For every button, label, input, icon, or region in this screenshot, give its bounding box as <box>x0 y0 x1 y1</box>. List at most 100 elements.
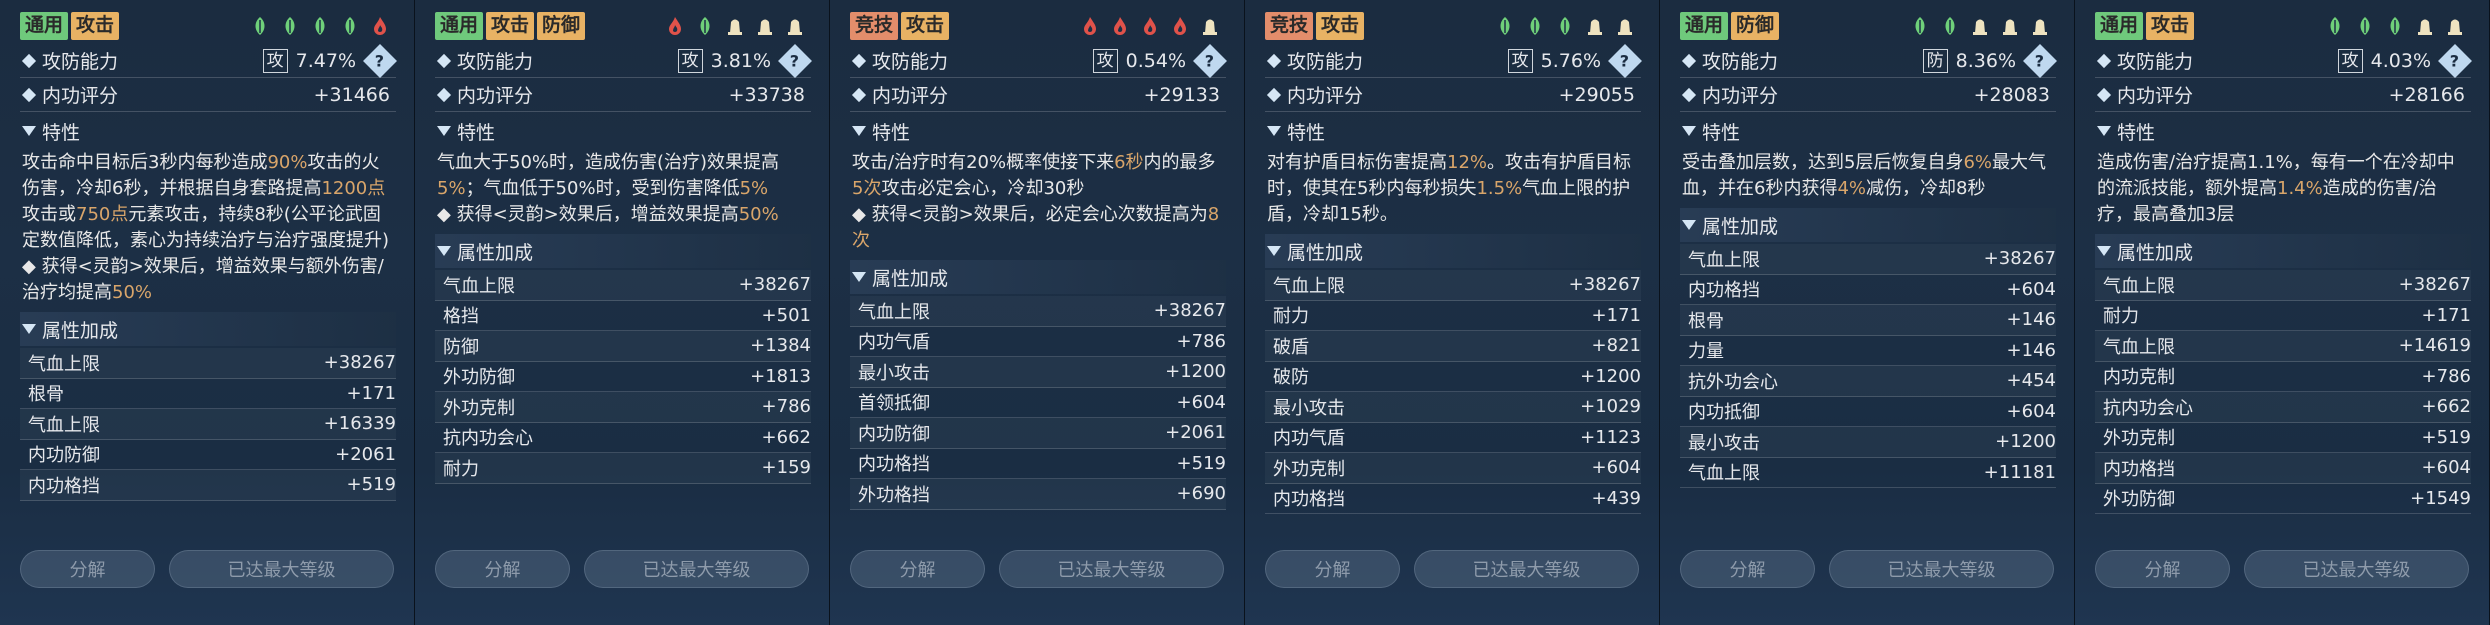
diamond-bullet-icon <box>1266 53 1282 68</box>
desc-text: ；气血低于50%时，受到伤害降低 <box>465 178 740 199</box>
decompose-button[interactable]: 分解 <box>1265 550 1400 588</box>
card-header: 通用 防御 <box>1680 0 2056 44</box>
trait-header[interactable]: 特性 <box>850 114 1226 148</box>
trait-header[interactable]: 特性 <box>20 114 396 148</box>
help-icon[interactable]: ? <box>778 43 812 78</box>
attribute-value: +1200 <box>1995 431 2056 453</box>
help-icon[interactable]: ? <box>2023 43 2057 78</box>
attribute-row: 格挡 +501 <box>435 301 811 331</box>
highlight-value: 90% <box>267 152 308 173</box>
attributes-header[interactable]: 属性加成 <box>435 234 811 268</box>
attribute-row: 气血上限 +38267 <box>1680 244 2056 275</box>
attribute-name: 根骨 <box>28 384 64 406</box>
attributes-header[interactable]: 属性加成 <box>2095 234 2471 268</box>
attribute-name: 外功克制 <box>443 397 515 419</box>
collapse-triangle-icon <box>2097 126 2111 136</box>
diamond-bullet-icon <box>851 87 867 102</box>
diamond-bullet-icon <box>21 87 37 102</box>
stat-percent: 0.54% <box>1125 49 1186 72</box>
attribute-row: 外功防御 +1813 <box>435 362 811 392</box>
help-mark: ? <box>1205 51 1215 70</box>
attribute-row: 外功克制 +786 <box>435 392 811 423</box>
max-level-button[interactable]: 已达最大等级 <box>169 550 394 588</box>
attribute-value: +662 <box>761 426 811 448</box>
attribute-value: +454 <box>2006 370 2056 392</box>
help-icon[interactable]: ? <box>1608 43 1642 78</box>
category-tag: 攻击 <box>71 12 120 40</box>
help-icon[interactable]: ? <box>1193 43 1227 78</box>
set-icons <box>1080 15 1226 37</box>
max-level-button[interactable]: 已达最大等级 <box>1829 550 2054 588</box>
desc-text: 气血大于50%时，造成伤害(治疗)效果提高 <box>437 152 780 173</box>
desc-text: 攻击必定会心，冷却30秒 <box>881 178 1085 199</box>
trait-header[interactable]: 特性 <box>1680 114 2056 148</box>
section-title: 属性加成 <box>42 319 119 342</box>
max-level-button[interactable]: 已达最大等级 <box>999 550 1224 588</box>
attribute-row: 防御 +1384 <box>435 331 811 362</box>
attribute-name: 内功气盾 <box>1273 428 1345 450</box>
attribute-name: 抗内功会心 <box>2103 397 2193 419</box>
attributes-header[interactable]: 属性加成 <box>1265 234 1641 268</box>
desc-text: ◆ 获得<灵韵>效果后，增益效果与额外伤害/治疗均提高 <box>22 256 384 303</box>
equipment-card: 通用 攻击 攻防能力 攻 7.47%? 内功评分 +31466 特性 攻击命中目标后3秒内每秒造… <box>0 0 415 625</box>
trait-description: 对有护盾目标伤害提高12%。攻击有护盾目标时，使其在5秒内每秒损失1.5%气血上… <box>1265 148 1641 232</box>
category-tag: 攻击 <box>2146 12 2195 40</box>
trait-header[interactable]: 特性 <box>2095 114 2471 148</box>
highlight-value: 6% <box>1963 152 1993 173</box>
help-mark: ? <box>790 51 800 70</box>
stat-score-row: 内功评分 +31466 <box>20 78 396 112</box>
attribute-value: +604 <box>1176 391 1226 413</box>
attribute-value: +11181 <box>1983 461 2056 483</box>
leaf-icon <box>1495 15 1515 37</box>
attribute-row: 气血上限 +38267 <box>1265 270 1641 301</box>
max-level-button[interactable]: 已达最大等级 <box>2244 550 2469 588</box>
stat-label: 内功评分 <box>1287 85 1364 107</box>
attributes-header[interactable]: 属性加成 <box>850 260 1226 294</box>
decompose-button[interactable]: 分解 <box>1680 550 1815 588</box>
trait-header[interactable]: 特性 <box>1265 114 1641 148</box>
attribute-row: 内功克制 +786 <box>2095 362 2471 392</box>
max-level-button[interactable]: 已达最大等级 <box>1414 550 1639 588</box>
decompose-button[interactable]: 分解 <box>435 550 570 588</box>
decompose-button[interactable]: 分解 <box>850 550 985 588</box>
attributes-header[interactable]: 属性加成 <box>1680 208 2056 242</box>
section-title: 特性 <box>457 121 496 144</box>
attribute-name: 气血上限 <box>1688 463 1760 485</box>
flame-icon <box>1170 15 1190 37</box>
attribute-name: 破防 <box>1273 367 1309 389</box>
desc-text: 攻击/治疗时有20%概率使接下来 <box>852 152 1115 173</box>
attribute-value: +1549 <box>2410 487 2471 509</box>
help-icon[interactable]: ? <box>2438 43 2472 78</box>
help-icon[interactable]: ? <box>363 43 397 78</box>
highlight-value: 50% <box>112 282 153 303</box>
leaf-icon <box>695 15 715 37</box>
decompose-button[interactable]: 分解 <box>2095 550 2230 588</box>
category-tag: 通用 <box>435 12 484 40</box>
attribute-name: 内功抵御 <box>1688 402 1760 424</box>
trait-description: 受击叠加层数，达到5层后恢复自身6%最大气血，并在6秒内获得4%减伤，冷却8秒 <box>1680 148 2056 206</box>
trait-header[interactable]: 特性 <box>435 114 811 148</box>
stat-type-badge: 攻 <box>677 48 703 73</box>
card-actions: 分解 已达最大等级 <box>1245 550 1659 590</box>
category-tag: 攻击 <box>901 12 950 40</box>
stat-power-row: 攻防能力 攻 4.03%? <box>2095 43 2472 78</box>
desc-text: 内的最多 <box>1143 152 1216 173</box>
attributes-header[interactable]: 属性加成 <box>20 312 396 346</box>
attribute-value: +38267 <box>1153 300 1226 322</box>
stat-type-badge: 攻 <box>1092 48 1118 73</box>
attribute-value: +171 <box>346 382 396 404</box>
stat-label: 攻防能力 <box>872 51 949 73</box>
leaf-icon <box>280 15 300 37</box>
collapse-triangle-icon <box>1682 126 1696 136</box>
diamond-bullet-icon <box>1681 53 1697 68</box>
set-icons <box>1495 15 1641 37</box>
attribute-value: +604 <box>2006 400 2056 422</box>
collapse-triangle-icon <box>437 246 451 256</box>
bell-icon <box>755 15 775 37</box>
highlight-value: 6秒 <box>1114 152 1144 173</box>
attribute-row: 最小攻击 +1029 <box>1265 392 1641 423</box>
attribute-row: 内功防御 +2061 <box>850 418 1226 449</box>
max-level-button[interactable]: 已达最大等级 <box>584 550 809 588</box>
stat-power-row: 攻防能力 攻 3.81%? <box>435 43 812 78</box>
decompose-button[interactable]: 分解 <box>20 550 155 588</box>
